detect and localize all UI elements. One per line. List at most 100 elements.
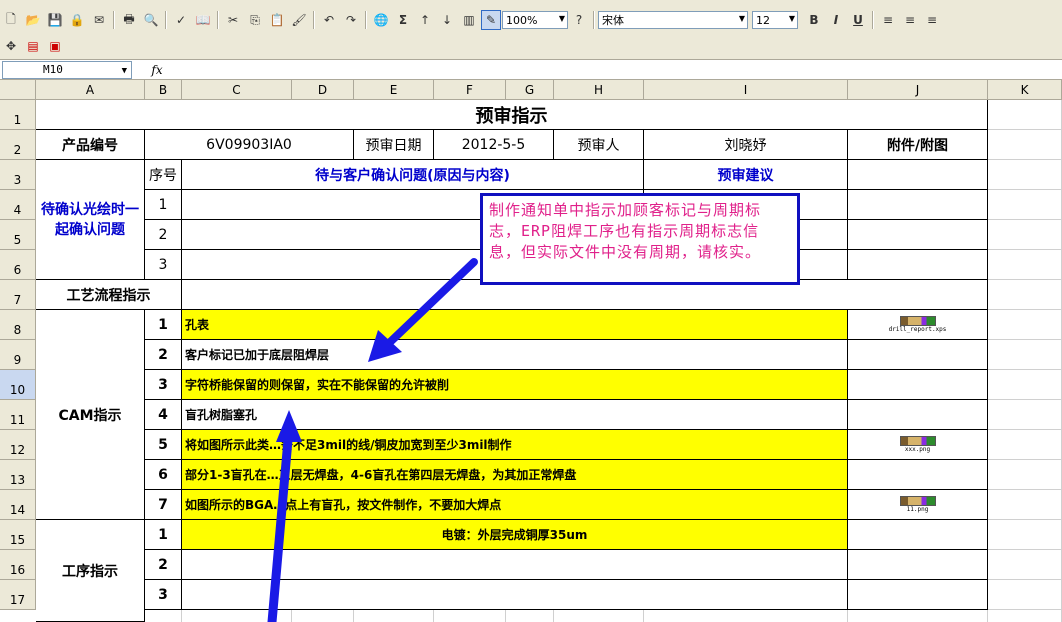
reviewer-value[interactable]: 刘晓妤 — [644, 130, 848, 160]
italic-button[interactable]: I — [826, 10, 846, 30]
row-header-10[interactable]: 10 — [0, 370, 36, 400]
cam-seq-cell[interactable]: 7 — [145, 490, 182, 520]
cam-attachment-cell[interactable] — [848, 400, 988, 430]
hyperlink-icon[interactable]: 🌐 — [371, 10, 391, 30]
cam-seq-cell[interactable]: 4 — [145, 400, 182, 430]
cut-icon[interactable]: ✂ — [223, 10, 243, 30]
process-seq-cell[interactable]: 2 — [145, 550, 182, 580]
save-icon[interactable]: 💾 — [45, 10, 65, 30]
process-attachment-cell[interactable] — [848, 550, 988, 580]
cam-attachment-cell[interactable]: 11.png — [848, 490, 988, 520]
drawing-icon[interactable]: ✎ — [481, 10, 501, 30]
column-header-a[interactable]: A — [36, 80, 145, 100]
row-header-9[interactable]: 9 — [0, 340, 36, 370]
zoom-select[interactable]: 100% ▼ — [502, 11, 568, 29]
cam-attachment-cell[interactable] — [848, 340, 988, 370]
process-step-label[interactable]: 工序指示 — [36, 520, 145, 622]
column-header-d[interactable]: D — [292, 80, 354, 100]
chart-icon[interactable]: ▥ — [459, 10, 479, 30]
select-all-corner[interactable] — [0, 80, 36, 100]
column-header-e[interactable]: E — [354, 80, 434, 100]
row-header-16[interactable]: 16 — [0, 550, 36, 580]
pdf-settings-icon[interactable]: ▣ — [45, 36, 65, 56]
row-header-12[interactable]: 12 — [0, 430, 36, 460]
column-header-h[interactable]: H — [554, 80, 644, 100]
open-icon[interactable]: 📂 — [23, 10, 43, 30]
move-handle-icon[interactable]: ✥ — [1, 36, 21, 56]
process-item-cell[interactable]: 电镀：外层完成铜厚35um — [182, 520, 848, 550]
row-header-15[interactable]: 15 — [0, 520, 36, 550]
row-header-6[interactable]: 6 — [0, 250, 36, 280]
attachment-thumbnail[interactable]: 11.png — [848, 490, 987, 519]
column-header-j[interactable]: J — [848, 80, 988, 100]
sort-desc-icon[interactable]: ↓ — [437, 10, 457, 30]
process-item-cell[interactable] — [182, 580, 848, 610]
cam-seq-cell[interactable]: 6 — [145, 460, 182, 490]
research-icon[interactable]: 📖 — [193, 10, 213, 30]
fx-icon[interactable]: fx — [132, 63, 182, 77]
process-attachment-cell[interactable] — [848, 580, 988, 610]
seq-header[interactable]: 序号 — [145, 160, 182, 190]
confirm-header[interactable]: 待与客户确认问题(原因与内容) — [182, 160, 644, 190]
confirm-seq-cell[interactable]: 1 — [145, 190, 182, 220]
row-header-14[interactable]: 14 — [0, 490, 36, 520]
process-seq-cell[interactable]: 3 — [145, 580, 182, 610]
comment-callout[interactable]: 制作通知单中指示加顾客标记与周期标志，ERP阻焊工序也有指示周期标志信息，但实际… — [480, 193, 800, 285]
row-header-2[interactable]: 2 — [0, 130, 36, 160]
product-no-label[interactable]: 产品编号 — [36, 130, 145, 160]
cam-item-cell[interactable]: 客户标记已加于底层阻焊层 — [182, 340, 848, 370]
cam-item-cell[interactable]: 将如图所示此类…条不足3mil的线/铜皮加宽到至少3mil制作 — [182, 430, 848, 460]
cam-seq-cell[interactable]: 1 — [145, 310, 182, 340]
paste-icon[interactable]: 📋 — [267, 10, 287, 30]
attachment-thumbnail[interactable]: drill_report.xps — [848, 310, 987, 339]
column-header-b[interactable]: B — [145, 80, 182, 100]
confirm-section-label[interactable]: 待确认光绘时一起确认问题 — [36, 160, 145, 280]
format-painter-icon[interactable]: 🖌 — [289, 10, 309, 30]
permission-icon[interactable]: 🔒 — [67, 10, 87, 30]
align-right-icon[interactable]: ≡ — [922, 10, 942, 30]
process-flow-label[interactable]: 工艺流程指示 — [36, 280, 182, 310]
cam-item-cell[interactable]: 字符桥能保留的则保留，实在不能保留的允许被削 — [182, 370, 848, 400]
confirm-seq-cell[interactable]: 3 — [145, 250, 182, 280]
row-header-4[interactable]: 4 — [0, 190, 36, 220]
process-seq-cell[interactable]: 1 — [145, 520, 182, 550]
cam-attachment-cell[interactable] — [848, 460, 988, 490]
suggest-header[interactable]: 预审建议 — [644, 160, 848, 190]
formula-input[interactable] — [182, 61, 1062, 79]
spreadsheet-grid[interactable]: A B C D E F G H I J K 1 2 3 4 5 6 7 8 9 10 11 12 13 14 15 16 17 预审指示… — [0, 80, 1062, 622]
spell-icon[interactable]: ✓ — [171, 10, 191, 30]
product-no-value[interactable]: 6V09903IA0 — [145, 130, 354, 160]
undo-icon[interactable]: ↶ — [319, 10, 339, 30]
process-item-cell[interactable] — [182, 550, 848, 580]
name-box[interactable]: M10 ▼ — [2, 60, 132, 79]
row-header-17[interactable]: 17 — [0, 580, 36, 610]
autosum-icon[interactable]: Σ — [393, 10, 413, 30]
cam-item-cell[interactable]: 部分1-3盲孔在…三层无焊盘，4-6盲孔在第四层无焊盘，为其加正常焊盘 — [182, 460, 848, 490]
sort-asc-icon[interactable]: ↑ — [415, 10, 435, 30]
row-header-13[interactable]: 13 — [0, 460, 36, 490]
cam-item-cell[interactable]: 孔表 — [182, 310, 848, 340]
row-header-7[interactable]: 7 — [0, 280, 36, 310]
confirm-seq-cell[interactable]: 2 — [145, 220, 182, 250]
cam-item-cell[interactable]: 盲孔树脂塞孔 — [182, 400, 848, 430]
font-size-select[interactable]: 12 ▼ — [752, 11, 798, 29]
help-icon[interactable]: ? — [569, 10, 589, 30]
row-header-1[interactable]: 1 — [0, 100, 36, 130]
cam-item-cell[interactable]: 如图所示的BGA…点上有盲孔，按文件制作，不要加大焊点 — [182, 490, 848, 520]
sheet-title[interactable]: 预审指示 — [36, 100, 988, 130]
row-header-5[interactable]: 5 — [0, 220, 36, 250]
column-header-g[interactable]: G — [506, 80, 554, 100]
underline-button[interactable]: U — [848, 10, 868, 30]
redo-icon[interactable]: ↷ — [341, 10, 361, 30]
cam-label[interactable]: CAM指示 — [36, 310, 145, 520]
review-date-label[interactable]: 预审日期 — [354, 130, 434, 160]
attachment-cell[interactable] — [848, 190, 988, 220]
column-header-i[interactable]: I — [644, 80, 848, 100]
cam-attachment-cell[interactable] — [848, 370, 988, 400]
align-left-icon[interactable]: ≡ — [878, 10, 898, 30]
column-header-f[interactable]: F — [434, 80, 506, 100]
process-attachment-cell[interactable] — [848, 520, 988, 550]
cam-seq-cell[interactable]: 5 — [145, 430, 182, 460]
review-date-value[interactable]: 2012-5-5 — [434, 130, 554, 160]
column-header-c[interactable]: C — [182, 80, 292, 100]
